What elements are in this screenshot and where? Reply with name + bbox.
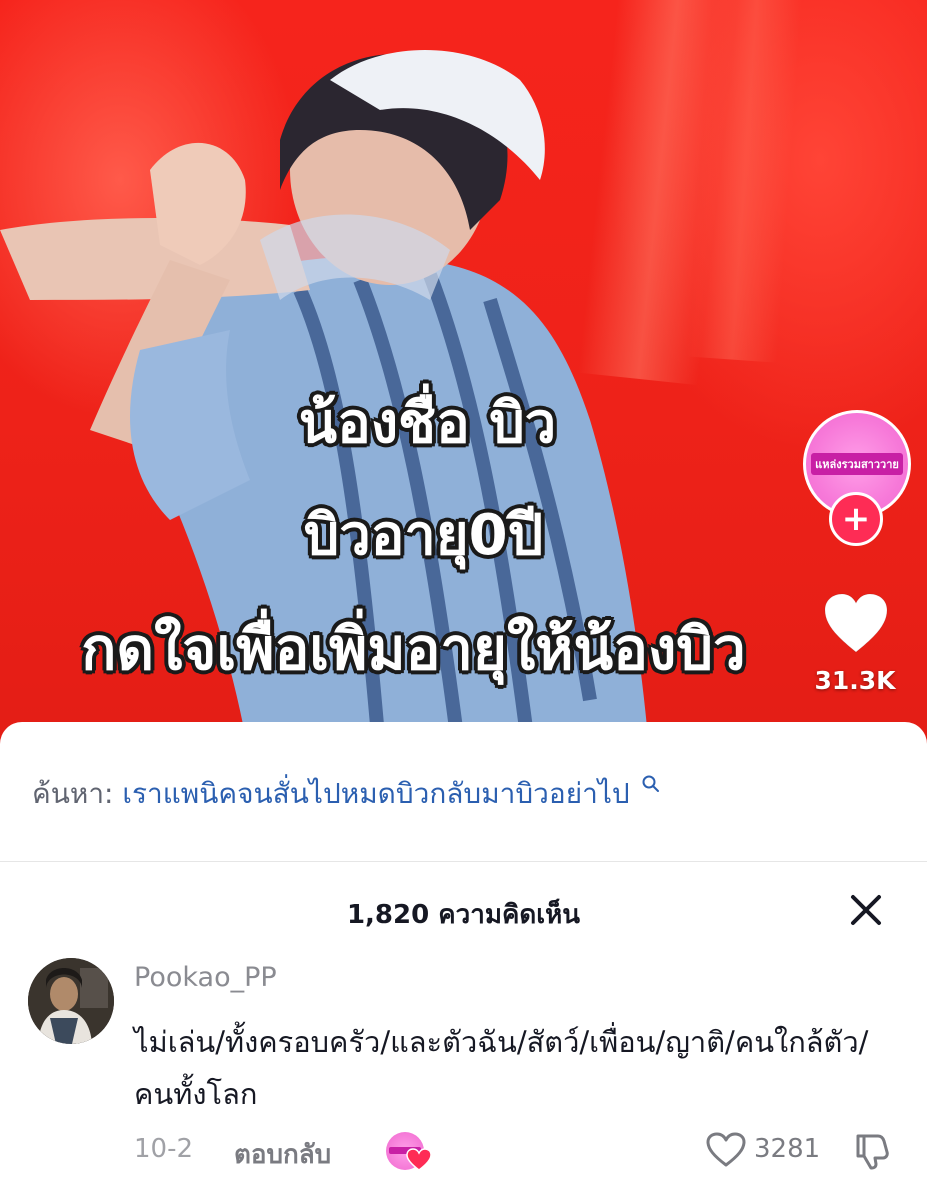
comment-username[interactable]: Pookao_PP: [134, 962, 277, 993]
comments-sheet: ค้นหา: เราแพนิคจนสั่นไปหมดบิวกลับมาบิวอย…: [0, 722, 927, 1200]
related-search[interactable]: ค้นหา: เราแพนิคจนสั่นไปหมดบิวกลับมาบิวอย…: [32, 772, 661, 816]
search-query-link[interactable]: เราแพนิคจนสั่นไปหมดบิวกลับมาบิวอย่าไป: [122, 777, 629, 810]
heart-icon[interactable]: [822, 592, 890, 656]
comment-text: ไม่เล่น/ทั้งครอบครัว/และตัวฉัน/สัตว์/เพื…: [134, 1025, 869, 1111]
avatar[interactable]: [28, 958, 114, 1044]
video-player[interactable]: น้องชื่อ บิว บิวอายุ0ปี กดใจเพื่อเพิ่มอา…: [0, 0, 927, 760]
search-prefix: ค้นหา:: [32, 777, 114, 810]
follow-button[interactable]: +: [829, 492, 883, 546]
plus-icon: +: [841, 499, 871, 539]
thumbs-down-icon[interactable]: [852, 1132, 890, 1170]
video-caption-line: กดใจเพื่อเพิ่มอายุให้น้องบิว: [81, 615, 746, 683]
comment-meta: 10-2 ตอบกลับ 3281: [134, 1130, 904, 1171]
close-icon[interactable]: [848, 892, 884, 928]
divider: [0, 861, 927, 862]
comment-date: 10-2: [134, 1134, 194, 1164]
video-caption-line: บิวอายุ0ปี: [303, 503, 544, 568]
heart-icon: [406, 1148, 432, 1171]
comments-count-title: 1,820 ความคิดเห็น: [346, 900, 581, 930]
creator-avatar-label: แหล่งรวมสาววาย: [811, 453, 903, 475]
search-icon: [642, 775, 659, 792]
reply-button[interactable]: ตอบกลับ: [234, 1134, 331, 1175]
creator-liked-badge: [386, 1130, 432, 1174]
avatar-image: [28, 958, 114, 1044]
comment-like-count: 3281: [754, 1134, 821, 1164]
heart-icon[interactable]: [706, 1132, 746, 1168]
video-like-count: 31.3K: [814, 666, 896, 695]
video-caption-line: น้องชื่อ บิว: [298, 391, 557, 456]
